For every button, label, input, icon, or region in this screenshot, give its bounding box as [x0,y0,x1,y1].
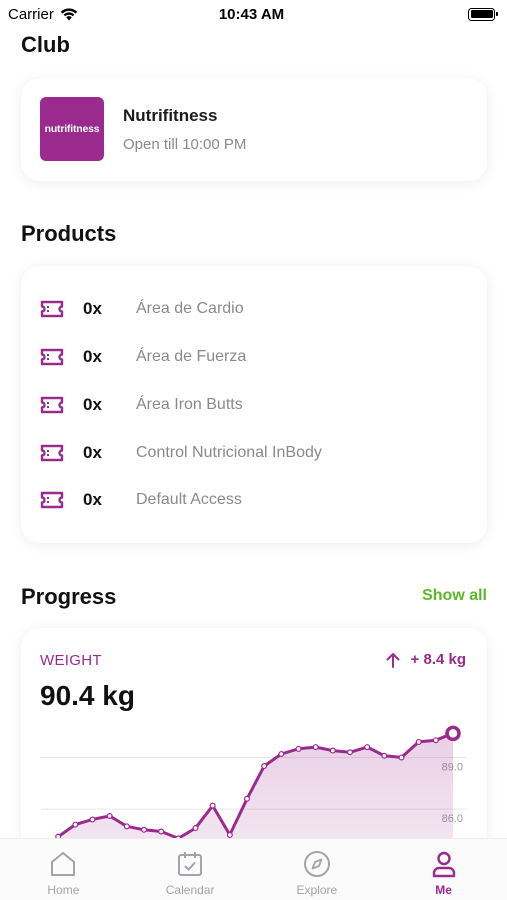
chart-data-point [72,821,79,828]
chart-data-point [209,802,216,809]
chart-data-point [261,763,268,770]
chart-data-point [158,828,165,835]
chart-data-point [432,737,439,744]
status-bar: Carrier 10:43 AM [0,0,507,28]
tab-explore-label: Explore [296,883,338,897]
chart-data-point [295,745,302,752]
product-row[interactable]: 0x Área Iron Butts [40,393,243,417]
chart-data-point [364,744,371,751]
home-icon [51,852,76,876]
club-logo: nutrifitness [40,97,104,161]
product-count: 0x [83,443,102,462]
status-left: Carrier [8,6,128,23]
chart-data-point [312,744,319,751]
ticket-icon [40,444,64,462]
club-logo-text: nutrifitness [44,123,100,135]
product-name: Control Nutricional InBody [136,444,322,461]
ticket-icon [40,396,64,414]
product-name: Default Access [136,491,242,508]
chart-data-point [123,823,130,830]
ticket-icon [40,300,64,318]
product-count: 0x [83,490,102,509]
tab-bar: Home Calendar Explore Me [0,838,507,900]
tab-home[interactable]: Home [0,839,127,900]
club-section-title: Club [21,32,70,57]
product-row[interactable]: 0x Área de Cardio [40,297,244,321]
ticket-icon [40,491,64,509]
tab-me-label: Me [435,883,452,897]
product-row[interactable]: 0x Control Nutricional InBody [40,441,322,465]
show-all-link[interactable]: Show all [422,587,487,605]
progress-section-title: Progress [21,584,117,609]
club-hours: Open till 10:00 PM [123,136,247,153]
carrier-label: Carrier [8,5,54,23]
tab-explore[interactable]: Explore [254,839,381,900]
club-card[interactable]: nutrifitness Nutrifitness Open till 10:0… [21,78,487,181]
tab-home-label: Home [47,883,80,897]
person-icon [432,851,455,878]
chart-data-point [415,738,422,745]
chart-data-point [226,831,233,838]
product-name: Área Iron Butts [136,396,243,413]
chart-data-point [278,750,285,757]
club-name: Nutrifitness [123,106,218,125]
tab-me[interactable]: Me [380,839,507,900]
product-name: Área de Cardio [136,300,244,317]
product-count: 0x [83,299,102,318]
chart-data-point [347,749,354,756]
chart-last-point [445,725,461,742]
products-card: 0x Área de Cardio 0x Área de Fuerza 0x Á… [21,266,487,543]
chart-data-point [106,813,113,820]
chart-data-point [140,826,147,833]
products-section-title: Products [21,221,117,246]
compass-icon [303,851,330,877]
weight-progress-card[interactable]: WEIGHT + 8.4 kg 90.4 kg 89.086.0 [21,628,487,868]
calendar-icon [178,852,203,876]
tab-calendar[interactable]: Calendar [127,839,254,900]
weight-chart: 89.086.0 [38,725,467,868]
chart-data-point [192,825,199,832]
product-row[interactable]: 0x Área de Fuerza [40,345,246,369]
ticket-icon [40,348,64,366]
battery-icon [468,7,498,21]
tab-calendar-label: Calendar [165,883,215,897]
status-right [375,7,498,21]
chart-data-point [329,747,336,754]
chart-data-point [244,795,251,802]
chart-data-point [89,816,96,823]
status-time: 10:43 AM [218,5,285,23]
product-count: 0x [83,347,102,366]
product-count: 0x [83,395,102,414]
product-row[interactable]: 0x Default Access [40,488,242,512]
chart-data-point [381,752,388,759]
product-name: Área de Fuerza [136,348,247,365]
chart-data-point [398,754,405,761]
wifi-icon [60,7,78,20]
